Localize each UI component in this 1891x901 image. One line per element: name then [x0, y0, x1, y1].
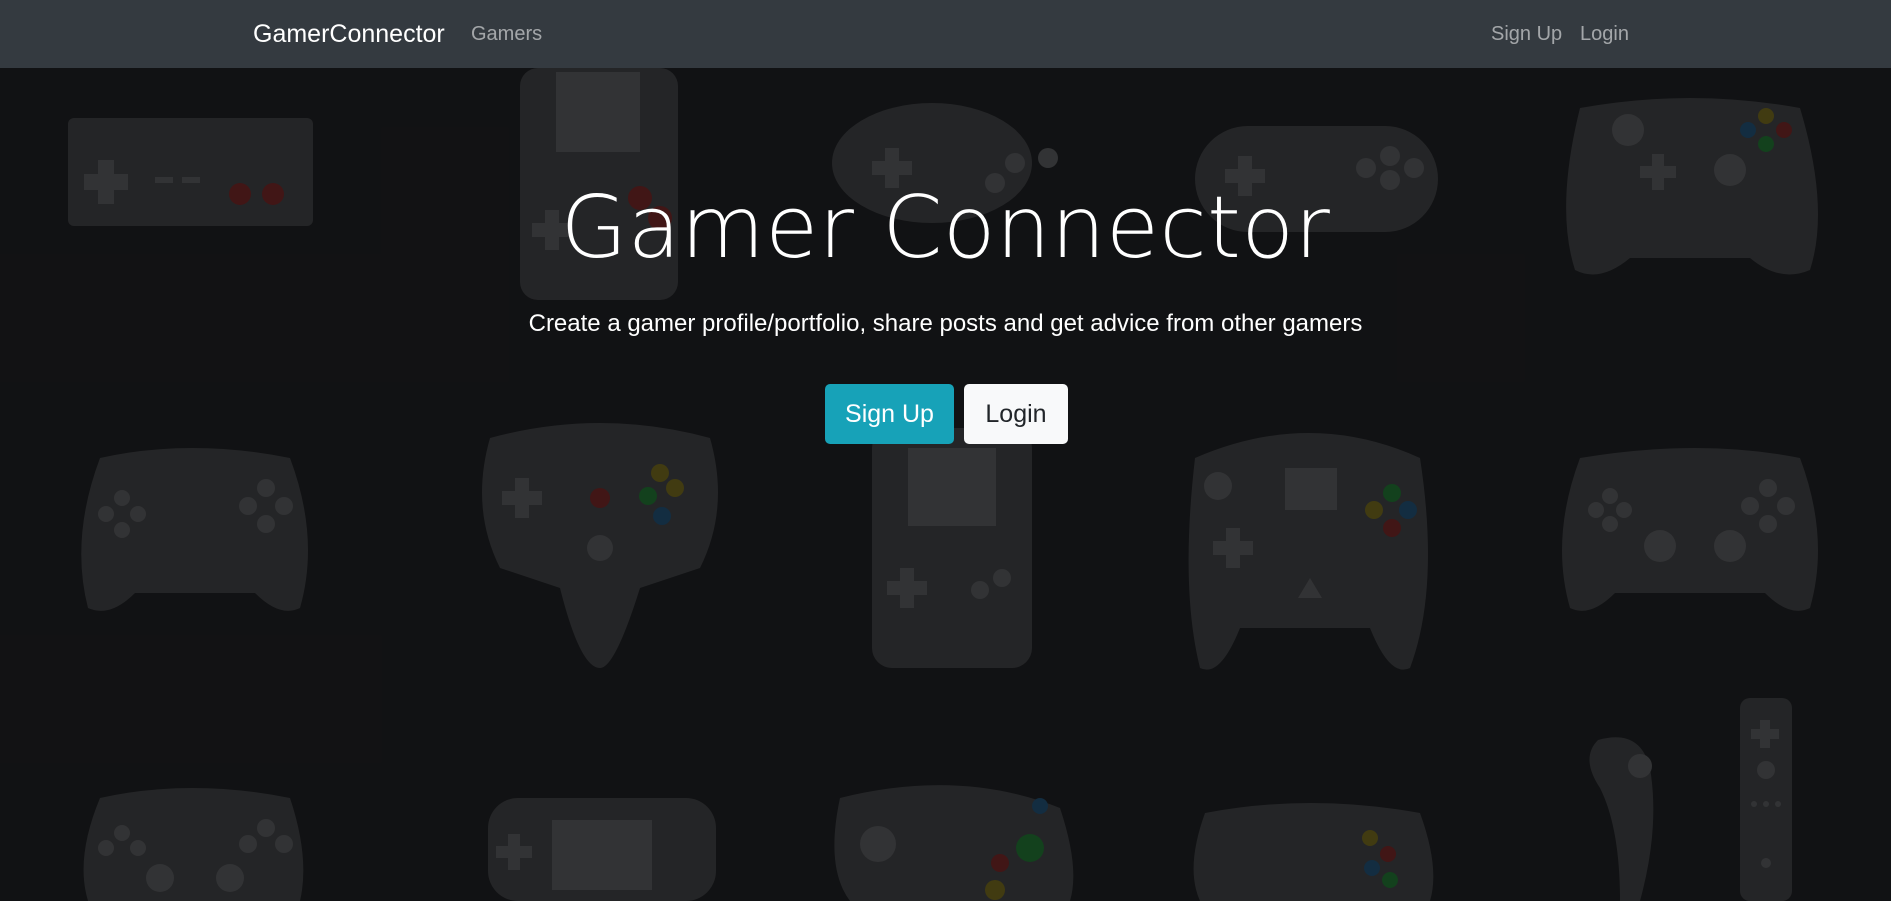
- hero-lead: Create a gamer profile/portfolio, share …: [528, 310, 1363, 337]
- nav-gamers-link[interactable]: Gamers: [471, 23, 542, 46]
- signup-button[interactable]: Sign Up: [825, 384, 954, 444]
- landing-section: Gamer Connector Create a gamer profile/p…: [0, 68, 1891, 901]
- hero-title: Gamer Connector: [560, 178, 1331, 278]
- brand-link[interactable]: GamerConnector: [253, 20, 445, 49]
- nav-login-link[interactable]: Login: [1580, 23, 1629, 46]
- navbar: GamerConnector Gamers Sign Up Login: [0, 0, 1891, 68]
- login-button[interactable]: Login: [964, 384, 1068, 444]
- hero: Gamer Connector Create a gamer profile/p…: [0, 68, 1891, 901]
- nav-signup-link[interactable]: Sign Up: [1491, 23, 1562, 46]
